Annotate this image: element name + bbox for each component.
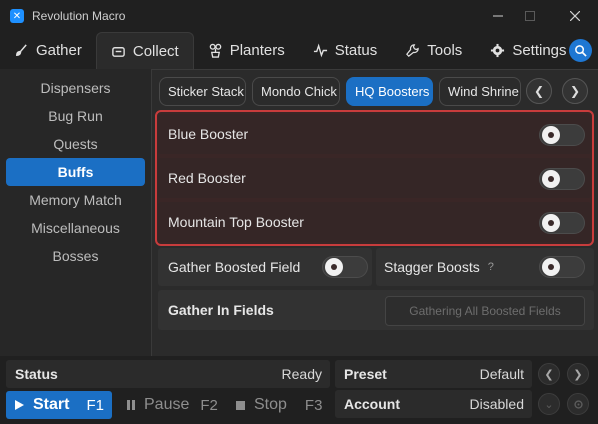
subtab-mondo-chick[interactable]: Mondo Chick bbox=[252, 77, 340, 106]
sidebar-item-memory-match[interactable]: Memory Match bbox=[6, 186, 145, 214]
pulse-icon bbox=[313, 43, 327, 58]
collect-icon bbox=[112, 46, 125, 57]
play-icon bbox=[15, 400, 24, 410]
tab-settings[interactable]: Settings bbox=[476, 32, 580, 69]
maximize-icon bbox=[525, 11, 535, 21]
tab-planters[interactable]: Planters bbox=[194, 32, 299, 69]
subtab-prev-button[interactable]: ❮ bbox=[526, 78, 552, 104]
close-button[interactable] bbox=[555, 0, 595, 32]
red-booster-toggle[interactable] bbox=[539, 168, 585, 190]
status-cell: Status Ready bbox=[6, 360, 330, 388]
gear-icon bbox=[573, 399, 583, 409]
preset-cell: Preset Default bbox=[335, 360, 532, 388]
help-icon[interactable]: ? bbox=[488, 261, 494, 273]
account-cell: Account Disabled bbox=[335, 390, 532, 418]
tab-settings-label: Settings bbox=[512, 42, 567, 59]
minimize-icon bbox=[493, 15, 503, 17]
sidebar-item-dispensers[interactable]: Dispensers bbox=[6, 74, 145, 102]
planter-icon bbox=[209, 43, 222, 58]
wrench-icon bbox=[406, 44, 420, 57]
stagger-boosts-row: Stagger Boosts ? bbox=[374, 247, 494, 287]
gather-boosted-field-label: Gather Boosted Field bbox=[168, 259, 301, 275]
pause-label: Pause bbox=[144, 396, 190, 413]
title-bar: ✕ Revolution Macro bbox=[0, 0, 598, 32]
chevron-left-icon: ❮ bbox=[544, 368, 554, 381]
gather-in-fields-row: Gather In Fields bbox=[158, 290, 274, 330]
chevron-right-icon: ❯ bbox=[573, 368, 583, 381]
toggle-knob bbox=[542, 214, 560, 232]
start-hotkey: F1 bbox=[86, 396, 104, 414]
gear-icon bbox=[491, 43, 505, 58]
stop-icon bbox=[236, 400, 245, 410]
preset-next-button[interactable]: ❯ bbox=[567, 363, 589, 385]
tab-planters-label: Planters bbox=[229, 42, 285, 59]
sidebar-item-buffs[interactable]: Buffs bbox=[6, 158, 145, 186]
toggle-knob bbox=[542, 258, 560, 276]
booster-row-blue: Blue Booster bbox=[158, 114, 591, 154]
gather-boosted-field-row: Gather Boosted Field bbox=[158, 247, 300, 287]
window-title: Revolution Macro bbox=[32, 9, 126, 23]
pause-icon bbox=[127, 400, 135, 410]
maximize-button[interactable] bbox=[510, 0, 550, 32]
brush-icon bbox=[16, 44, 27, 56]
preset-value[interactable]: Default bbox=[480, 366, 524, 382]
chevron-right-icon: ❯ bbox=[569, 84, 581, 98]
toggle-knob bbox=[325, 258, 343, 276]
toggle-knob bbox=[542, 170, 560, 188]
search-button[interactable] bbox=[569, 39, 592, 62]
stop-label: Stop bbox=[254, 396, 287, 413]
booster-label: Blue Booster bbox=[168, 126, 249, 142]
preset-label: Preset bbox=[344, 366, 387, 382]
tab-collect-label: Collect bbox=[132, 42, 179, 60]
tab-collect[interactable]: Collect bbox=[95, 32, 194, 69]
close-icon bbox=[570, 11, 580, 21]
status-label: Status bbox=[15, 366, 58, 382]
tab-status-label: Status bbox=[334, 42, 378, 59]
stagger-boosts-label: Stagger Boosts bbox=[384, 259, 480, 275]
booster-label: Red Booster bbox=[168, 170, 246, 186]
account-settings-button[interactable] bbox=[567, 393, 589, 415]
sidebar-item-bosses[interactable]: Bosses bbox=[6, 242, 145, 270]
stop-button[interactable]: Stop F3 bbox=[227, 391, 330, 419]
app-logo-icon: ✕ bbox=[10, 9, 24, 23]
start-button[interactable]: Start F1 bbox=[6, 391, 112, 419]
sidebar-item-quests[interactable]: Quests bbox=[6, 130, 145, 158]
booster-label: Mountain Top Booster bbox=[168, 214, 304, 230]
account-value[interactable]: Disabled bbox=[470, 396, 524, 412]
toggle-knob bbox=[542, 126, 560, 144]
pause-hotkey: F2 bbox=[200, 396, 218, 414]
gather-in-fields-label: Gather In Fields bbox=[168, 302, 274, 318]
subtab-wind-shrine[interactable]: Wind Shrine bbox=[439, 77, 521, 106]
booster-row-red: Red Booster bbox=[158, 158, 591, 198]
subtab-hq-boosters[interactable]: HQ Boosters bbox=[346, 77, 433, 106]
sidebar: Dispensers Bug Run Quests Buffs Memory M… bbox=[0, 69, 151, 356]
stagger-boosts-toggle[interactable] bbox=[539, 256, 585, 278]
blue-booster-toggle[interactable] bbox=[539, 124, 585, 146]
sidebar-item-miscellaneous[interactable]: Miscellaneous bbox=[6, 214, 145, 242]
subtab-next-button[interactable]: ❯ bbox=[562, 78, 588, 104]
chevron-down-icon: ⌄ bbox=[544, 398, 554, 411]
booster-row-mountain-top: Mountain Top Booster bbox=[158, 202, 591, 242]
preset-prev-button[interactable]: ❮ bbox=[538, 363, 560, 385]
tab-status[interactable]: Status bbox=[299, 32, 392, 69]
tab-tools-label: Tools bbox=[427, 42, 463, 59]
pause-button[interactable]: Pause F2 bbox=[118, 391, 223, 419]
tab-gather[interactable]: Gather bbox=[0, 32, 96, 69]
sidebar-item-bug-run[interactable]: Bug Run bbox=[6, 102, 145, 130]
mountain-top-booster-toggle[interactable] bbox=[539, 212, 585, 234]
gather-boosted-field-toggle[interactable] bbox=[322, 256, 368, 278]
account-dropdown-button[interactable]: ⌄ bbox=[538, 393, 560, 415]
start-label: Start bbox=[33, 396, 70, 413]
main-tab-bar: Gather Collect Planters Status Tools Set… bbox=[0, 32, 598, 69]
status-value: Ready bbox=[281, 366, 322, 382]
subtab-sticker-stack[interactable]: Sticker Stack bbox=[159, 77, 246, 106]
chevron-left-icon: ❮ bbox=[533, 84, 545, 98]
stop-hotkey: F3 bbox=[304, 396, 323, 414]
search-icon bbox=[575, 45, 587, 57]
tab-tools[interactable]: Tools bbox=[391, 32, 476, 69]
account-label: Account bbox=[344, 396, 400, 412]
tab-gather-label: Gather bbox=[36, 42, 82, 59]
gathering-fields-button: Gathering All Boosted Fields bbox=[385, 296, 585, 326]
